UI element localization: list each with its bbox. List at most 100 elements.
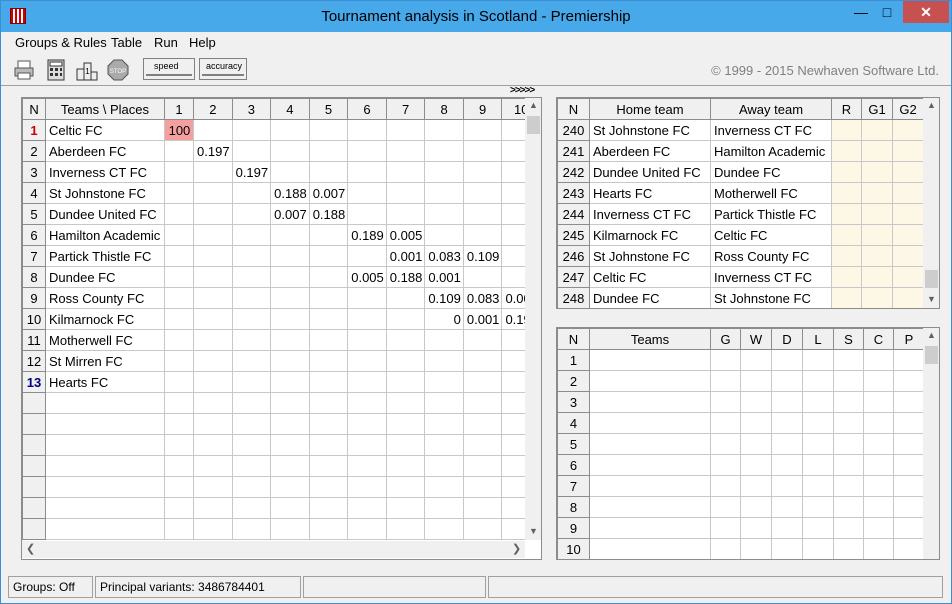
place-probability[interactable]	[347, 182, 387, 204]
team-name[interactable]: Hearts FC	[45, 371, 165, 393]
standing-cell[interactable]	[833, 496, 864, 518]
table-row[interactable]: 10	[557, 538, 925, 559]
standing-cell[interactable]	[863, 433, 894, 455]
menu-help[interactable]: Help	[189, 35, 216, 50]
standing-cell[interactable]	[893, 370, 925, 392]
menu-run[interactable]: Run	[154, 35, 178, 50]
goals2-cell[interactable]	[892, 140, 924, 162]
place-probability[interactable]	[270, 266, 310, 288]
place-probability[interactable]	[385, 308, 426, 330]
matches-vscroll-thumb[interactable]	[925, 270, 938, 288]
standing-cell[interactable]	[893, 412, 925, 434]
table-row[interactable]: 7	[557, 475, 925, 497]
place-probability[interactable]	[270, 119, 310, 141]
place-probability[interactable]: 0.007	[308, 182, 349, 204]
place-probability[interactable]: 0.109	[462, 245, 503, 267]
standing-cell[interactable]	[710, 454, 741, 476]
standing-cell[interactable]	[771, 496, 803, 518]
standing-cell[interactable]	[833, 517, 864, 539]
place-probability[interactable]	[231, 287, 272, 309]
goals1-cell[interactable]	[861, 203, 893, 225]
place-probability[interactable]: 0.188	[270, 182, 310, 204]
place-probability[interactable]	[163, 266, 195, 288]
home-team[interactable]: Aberdeen FC	[589, 140, 711, 162]
place-probability[interactable]	[270, 161, 310, 183]
standing-cell[interactable]	[710, 517, 741, 539]
goals2-cell[interactable]	[892, 203, 924, 225]
column-header[interactable]: N	[22, 98, 47, 120]
goals1-cell[interactable]	[861, 224, 893, 246]
away-team[interactable]: Motherwell FC	[710, 182, 832, 204]
standing-cell[interactable]	[710, 496, 741, 518]
place-probability[interactable]	[347, 140, 387, 162]
standing-cell[interactable]	[771, 517, 803, 539]
table-row[interactable]: 6 Hamilton Academic 0.189 0.005	[22, 224, 541, 246]
place-probability[interactable]	[163, 161, 195, 183]
home-team[interactable]: Inverness CT FC	[589, 203, 711, 225]
place-probability[interactable]: 0.083	[424, 245, 464, 267]
goals2-cell[interactable]	[892, 287, 924, 308]
place-probability[interactable]	[308, 329, 349, 351]
column-header[interactable]: P	[893, 328, 925, 350]
scroll-up-icon[interactable]: ▲	[525, 100, 541, 110]
scroll-down-icon[interactable]: ▼	[525, 526, 541, 536]
standing-cell[interactable]	[893, 391, 925, 413]
table-row[interactable]: 2	[557, 370, 925, 392]
place-probability[interactable]	[231, 182, 272, 204]
goals1-cell[interactable]	[861, 182, 893, 204]
standing-cell[interactable]	[893, 496, 925, 518]
standing-cell[interactable]	[863, 370, 894, 392]
column-header[interactable]: 4	[270, 98, 310, 120]
place-probability[interactable]	[231, 266, 272, 288]
column-header[interactable]: G1	[861, 98, 893, 120]
place-probability[interactable]	[308, 266, 349, 288]
place-probability[interactable]	[308, 161, 349, 183]
standing-cell[interactable]	[863, 475, 894, 497]
standing-cell[interactable]	[893, 433, 925, 455]
standing-cell[interactable]	[893, 349, 925, 371]
place-probability[interactable]: 0.001	[462, 308, 503, 330]
place-probability[interactable]: 0.005	[385, 224, 426, 246]
team-name[interactable]: Dundee United FC	[45, 203, 165, 225]
menu-table[interactable]: Table	[111, 35, 142, 50]
result-cell[interactable]	[831, 161, 862, 183]
standing-cell[interactable]	[833, 349, 864, 371]
place-probability[interactable]	[424, 140, 464, 162]
place-probability[interactable]	[385, 350, 426, 372]
place-probability[interactable]	[231, 350, 272, 372]
table-row[interactable]: 12 St Mirren FC	[22, 350, 541, 372]
speed-slider[interactable]: speed	[143, 58, 195, 80]
goals1-cell[interactable]	[861, 161, 893, 183]
result-cell[interactable]	[831, 224, 862, 246]
table-row[interactable]: 7Partick Thistle FC0.0010.0830.1090	[22, 245, 541, 267]
standing-cell[interactable]	[740, 391, 772, 413]
place-probability[interactable]	[385, 329, 426, 351]
place-probability[interactable]: 0.109	[424, 287, 464, 309]
place-probability[interactable]	[424, 182, 464, 204]
away-team[interactable]: Hamilton Academic	[710, 140, 832, 162]
team-name[interactable]: St Mirren FC	[45, 350, 165, 372]
place-probability[interactable]	[163, 245, 195, 267]
standing-cell[interactable]	[589, 370, 711, 392]
standing-cell[interactable]	[833, 454, 864, 476]
place-probability[interactable]	[193, 329, 233, 351]
standing-cell[interactable]	[893, 454, 925, 476]
away-team[interactable]: Ross County FC	[710, 245, 832, 267]
standing-cell[interactable]	[863, 496, 894, 518]
scroll-indicator[interactable]: >>>>>	[510, 85, 535, 96]
home-team[interactable]: Dundee FC	[589, 287, 711, 308]
standing-cell[interactable]	[771, 370, 803, 392]
place-probability[interactable]	[231, 245, 272, 267]
standing-cell[interactable]	[833, 412, 864, 434]
column-header[interactable]: 6	[347, 98, 387, 120]
table-row[interactable]: 5 Dundee United FC 0.007 0.188	[22, 203, 541, 225]
place-probability[interactable]	[462, 350, 503, 372]
place-probability[interactable]	[385, 371, 426, 393]
team-name[interactable]: Motherwell FC	[45, 329, 165, 351]
result-cell[interactable]	[831, 266, 862, 288]
place-probability[interactable]	[163, 203, 195, 225]
table-row[interactable]: 6	[557, 454, 925, 476]
standing-cell[interactable]	[863, 454, 894, 476]
standing-cell[interactable]	[833, 370, 864, 392]
place-probability[interactable]	[308, 350, 349, 372]
